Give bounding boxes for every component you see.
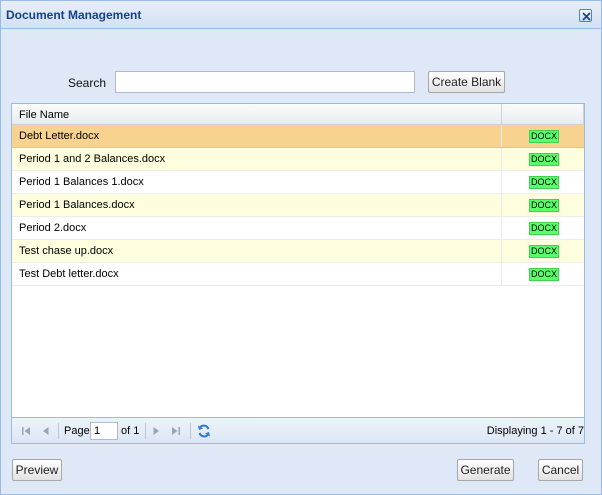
title-bar[interactable]: Document Management [1, 1, 601, 29]
file-type-cell: DOCX [502, 171, 584, 193]
table-row[interactable]: Period 1 Balances.docx DOCX [12, 194, 584, 217]
file-name-cell: Period 1 and 2 Balances.docx [12, 148, 502, 170]
first-page-icon [22, 427, 30, 435]
pager-separator [58, 423, 59, 439]
close-button[interactable] [579, 9, 592, 22]
generate-button[interactable]: Generate [457, 459, 514, 481]
documents-grid: File Name Debt Letter.docx DOCX Period 1… [11, 103, 585, 444]
docx-badge: DOCX [529, 176, 559, 189]
window-title: Document Management [6, 8, 142, 22]
refresh-icon [198, 424, 210, 438]
column-header-type[interactable] [502, 104, 584, 125]
next-page-icon [153, 427, 159, 435]
file-name-cell: Test chase up.docx [12, 240, 502, 262]
table-row[interactable]: Test Debt letter.docx DOCX [12, 263, 584, 286]
create-blank-button[interactable]: Create Blank [428, 71, 505, 93]
pager-separator [145, 423, 146, 439]
refresh-button[interactable] [196, 423, 212, 439]
file-type-cell: DOCX [502, 217, 584, 239]
file-type-cell: DOCX [502, 194, 584, 216]
table-row[interactable]: Period 1 Balances 1.docx DOCX [12, 171, 584, 194]
file-name-cell: Period 1 Balances 1.docx [12, 171, 502, 193]
docx-badge: DOCX [529, 199, 559, 212]
docx-badge: DOCX [529, 153, 559, 166]
page-label: Page [64, 425, 90, 437]
table-row[interactable]: Period 1 and 2 Balances.docx DOCX [12, 148, 584, 171]
file-type-cell: DOCX [502, 240, 584, 262]
pager-separator [190, 423, 191, 439]
page-number-input[interactable] [90, 422, 118, 440]
docx-badge: DOCX [529, 268, 559, 281]
cancel-button[interactable]: Cancel [538, 459, 583, 481]
file-name-cell: Test Debt letter.docx [12, 263, 502, 285]
display-info: Displaying 1 - 7 of 7 [486, 425, 584, 437]
preview-button[interactable]: Preview [12, 459, 62, 481]
previous-page-icon [43, 427, 49, 435]
grid-rows: Debt Letter.docx DOCX Period 1 and 2 Bal… [12, 125, 584, 286]
grid-header: File Name [12, 104, 584, 125]
file-name-cell: Period 2.docx [12, 217, 502, 239]
search-input[interactable] [115, 71, 415, 93]
docx-badge: DOCX [529, 130, 559, 143]
column-header-file-name[interactable]: File Name [12, 104, 502, 125]
table-row[interactable]: Period 2.docx DOCX [12, 217, 584, 240]
file-type-cell: DOCX [502, 263, 584, 285]
docx-badge: DOCX [529, 245, 559, 258]
table-row[interactable]: Debt Letter.docx DOCX [12, 125, 584, 148]
document-management-window: Document Management Search Create Blank … [0, 0, 602, 495]
page-count-label: of 1 [121, 425, 140, 437]
table-row[interactable]: Test chase up.docx DOCX [12, 240, 584, 263]
file-type-cell: DOCX [502, 148, 584, 170]
next-page-button[interactable] [150, 425, 162, 437]
first-page-button[interactable] [20, 425, 32, 437]
search-label: Search [68, 76, 107, 90]
previous-page-button[interactable] [40, 425, 52, 437]
paging-toolbar: Page of 1 [12, 417, 584, 443]
last-page-icon [172, 427, 180, 435]
last-page-button[interactable] [170, 425, 182, 437]
file-type-cell: DOCX [502, 125, 584, 147]
file-name-cell: Debt Letter.docx [12, 125, 502, 147]
close-icon [582, 12, 591, 21]
file-name-cell: Period 1 Balances.docx [12, 194, 502, 216]
docx-badge: DOCX [529, 222, 559, 235]
